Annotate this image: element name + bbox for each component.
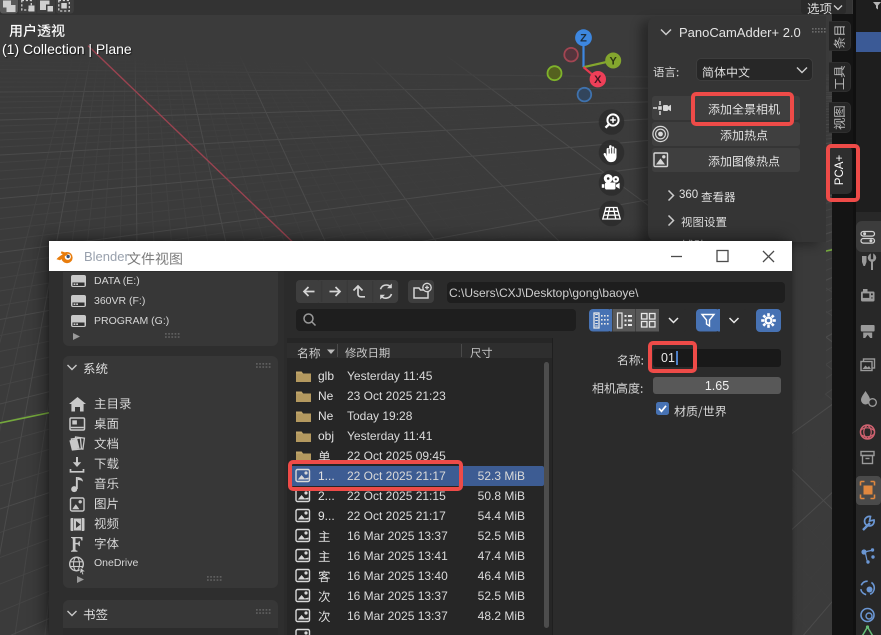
svg-text:Z: Z	[580, 33, 587, 45]
svg-text:X: X	[594, 74, 602, 86]
svg-text:Y: Y	[610, 55, 618, 67]
